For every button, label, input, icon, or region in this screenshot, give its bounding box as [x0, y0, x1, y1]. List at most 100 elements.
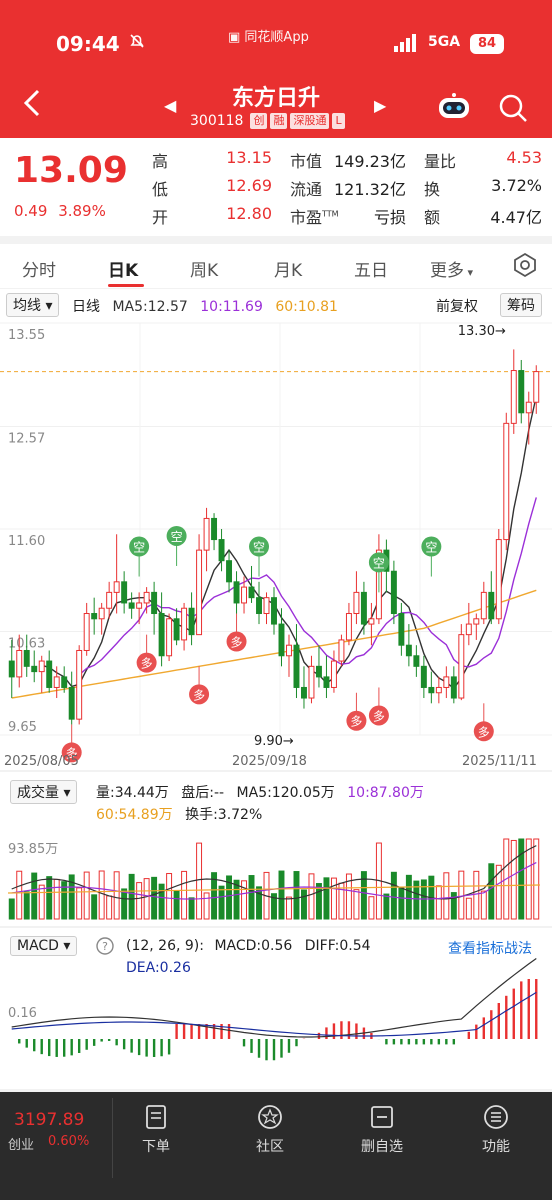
volume-bar	[293, 871, 300, 920]
index-value[interactable]: 3197.89	[14, 1110, 84, 1130]
quote-value: 149.23亿	[334, 152, 406, 171]
candle-body	[450, 676, 457, 699]
vol-ma10-value: 10:87.80万	[347, 785, 424, 801]
tab-more[interactable]: 更多 ▾	[430, 256, 473, 281]
candle-body	[91, 613, 98, 620]
nav-remove-watchlist-label: 删自选	[361, 1139, 403, 1155]
candle-body	[533, 371, 540, 403]
next-stock-icon[interactable]: ▶	[374, 96, 386, 115]
candle-body	[76, 649, 83, 720]
candle-body	[241, 586, 248, 604]
tab-five-day[interactable]: 五日	[354, 256, 388, 281]
volume-bar	[16, 870, 23, 920]
candle-body	[166, 618, 173, 657]
robot-assistant-icon[interactable]	[436, 92, 472, 122]
quote-value: 121.32亿	[334, 180, 406, 199]
volume-bar	[38, 884, 45, 920]
candle-body	[61, 676, 68, 688]
macd-params: (12, 26, 9):	[126, 938, 204, 954]
candle-body	[181, 607, 188, 641]
volume-bar	[330, 877, 337, 920]
nav-order[interactable]: 下单	[116, 1104, 196, 1156]
help-icon[interactable]: ?	[96, 937, 114, 959]
nav-divider	[112, 1098, 113, 1178]
indicator-strategy-link[interactable]: 查看指标战法	[448, 938, 532, 958]
candle-body	[106, 591, 113, 609]
kline-canvas[interactable]: 13.5512.5711.6010.639.6513.30→9.90→多多多多多…	[0, 289, 552, 1089]
candle-body	[256, 597, 262, 615]
tab-daily-k[interactable]: 日K	[108, 256, 138, 281]
volume-selector[interactable]: 成交量 ▾	[10, 780, 78, 804]
candle-body	[16, 649, 23, 678]
candle-body	[68, 686, 75, 720]
volume-bar	[136, 882, 143, 920]
change-percent: 3.89%	[58, 202, 106, 220]
diff-line	[11, 958, 537, 1038]
macd-legend: (12, 26, 9): MACD:0.56 DIFF:0.54	[126, 938, 371, 954]
dea-line	[11, 991, 537, 1037]
tab-weekly-k[interactable]: 周K	[190, 256, 218, 281]
volume-bar	[121, 888, 128, 920]
quote-label: 开	[152, 208, 169, 227]
vol-ma5-value: MA5:120.05万	[236, 785, 335, 801]
quote-label: 额	[424, 208, 441, 227]
volume-bar	[181, 870, 188, 920]
candle-body	[443, 676, 450, 688]
candle-body	[488, 591, 495, 620]
active-tab-indicator	[108, 284, 144, 287]
volume-bar	[143, 878, 150, 920]
menu-icon	[484, 1105, 508, 1129]
volume-bar	[98, 870, 105, 920]
candle-body	[413, 655, 420, 667]
candle-body	[23, 649, 30, 667]
stock-code-row: 300118 创 融 深股通 L	[190, 113, 345, 129]
nav-remove-watchlist[interactable]: 删自选	[342, 1104, 422, 1156]
candle-body	[480, 591, 487, 620]
date-label-end: 2025/11/11	[462, 754, 537, 769]
candle-body	[31, 665, 38, 673]
after-hours-value: 盘后:--	[181, 785, 225, 801]
quote-value: 3.72%	[491, 176, 542, 195]
volume-bar	[465, 897, 472, 920]
search-icon[interactable]	[498, 93, 528, 123]
chart-settings-icon[interactable]	[512, 252, 538, 283]
tab-more-label: 更多	[430, 261, 464, 281]
y-axis-label: 9.65	[8, 720, 37, 735]
volume-bar	[398, 886, 405, 920]
kline-chart-panel: 均线 ▾ 日线 MA5:12.57 10:11.69 60:10.81 前复权 …	[0, 289, 552, 1089]
date-label-mid: 2025/09/18	[232, 754, 307, 769]
y-axis-label: 13.55	[8, 328, 45, 343]
candle-body	[510, 370, 517, 424]
candle-body	[315, 665, 322, 678]
volume-bar	[353, 889, 360, 920]
tab-monthly-k[interactable]: 月K	[274, 256, 302, 281]
remove-watchlist-icon	[371, 1106, 393, 1128]
vol-ma60-value: 60:54.89万	[96, 807, 173, 823]
candle-body	[278, 623, 285, 657]
nav-community[interactable]: 社区	[230, 1104, 310, 1156]
price-change: 0.49 3.89%	[14, 202, 106, 220]
nav-functions[interactable]: 功能	[456, 1104, 536, 1156]
macd-selector[interactable]: MACD ▾	[10, 936, 78, 956]
candle-body	[398, 613, 405, 646]
candle-body	[196, 549, 203, 636]
quote-label: 市值	[290, 152, 323, 171]
high-price-marker: 13.30→	[458, 324, 506, 339]
candle-body	[428, 686, 435, 694]
volume-bar	[323, 877, 330, 920]
candle-body	[458, 634, 465, 699]
mute-icon	[128, 32, 146, 54]
period-tabs: 分时 日K 周K 月K 五日 更多 ▾	[0, 244, 552, 288]
index-percent: 0.60%	[48, 1134, 90, 1149]
candle-body	[271, 597, 277, 625]
candle-body	[345, 613, 352, 641]
candle-body	[300, 686, 307, 699]
volume-bar	[458, 870, 465, 920]
stock-header: 09:44 ▣ 同花顺App 5GA 84 ◀ 东方日升 ▶ 300118 创 …	[0, 0, 552, 138]
y-axis-label: 11.60	[8, 534, 45, 549]
candle-body	[360, 591, 367, 625]
candle-body	[203, 517, 210, 551]
battery-level: 84	[470, 34, 504, 54]
volume-bar	[278, 870, 285, 920]
tab-intraday[interactable]: 分时	[22, 256, 56, 281]
